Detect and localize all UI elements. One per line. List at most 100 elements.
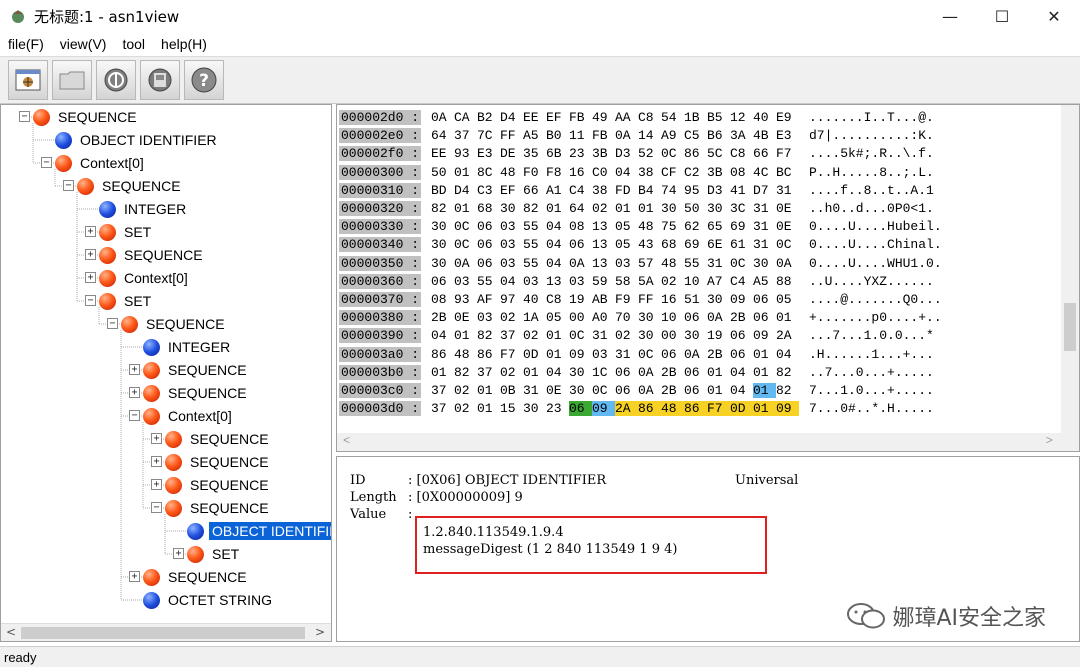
hex-byte[interactable]: 88 xyxy=(776,274,799,289)
hex-byte[interactable]: 0C xyxy=(661,146,684,161)
hex-byte[interactable]: 0A xyxy=(684,347,707,362)
tree-node-label[interactable]: SEQUENCE xyxy=(165,568,250,586)
hex-byte[interactable]: 66 xyxy=(523,183,546,198)
hex-byte[interactable]: 30 xyxy=(431,219,454,234)
hex-byte[interactable]: 0A xyxy=(638,383,661,398)
hex-byte[interactable]: 0C xyxy=(569,328,592,343)
hex-byte[interactable]: E3 xyxy=(477,146,500,161)
hex-byte[interactable]: EE xyxy=(523,110,546,125)
hex-byte[interactable]: 30 xyxy=(523,401,546,416)
hex-byte[interactable]: 23 xyxy=(569,146,592,161)
hex-byte[interactable]: 0D xyxy=(523,347,546,362)
hex-byte[interactable]: 00 xyxy=(569,310,592,325)
hex-byte[interactable]: BC xyxy=(776,165,799,180)
hex-byte[interactable]: 70 xyxy=(615,310,638,325)
hex-byte[interactable]: 0B xyxy=(500,383,523,398)
hex-byte[interactable]: 06 xyxy=(477,256,500,271)
hex-byte[interactable]: 48 xyxy=(454,347,477,362)
hex-byte[interactable]: 02 xyxy=(523,328,546,343)
hex-byte[interactable]: 35 xyxy=(523,146,546,161)
collapse-icon[interactable]: − xyxy=(41,157,52,168)
scroll-thumb[interactable] xyxy=(21,627,305,639)
hex-byte[interactable]: 68 xyxy=(477,201,500,216)
hex-byte[interactable]: C8 xyxy=(638,110,661,125)
hex-byte[interactable]: EE xyxy=(431,146,454,161)
expand-icon[interactable]: + xyxy=(129,364,140,375)
hex-byte[interactable]: 09 xyxy=(730,292,753,307)
tree-node[interactable]: INTEGER xyxy=(99,198,189,220)
hex-byte[interactable]: 30 xyxy=(707,201,730,216)
hex-byte[interactable]: 0E xyxy=(454,310,477,325)
hex-byte[interactable]: 01 xyxy=(477,383,500,398)
hex-byte[interactable]: 11 xyxy=(569,128,592,143)
menu-tool[interactable]: tool xyxy=(114,36,153,52)
hex-byte[interactable]: FB xyxy=(569,110,592,125)
hex-byte[interactable]: 69 xyxy=(730,219,753,234)
hex-byte[interactable]: 93 xyxy=(454,292,477,307)
hex-byte[interactable]: 05 xyxy=(776,292,799,307)
hex-byte[interactable]: A9 xyxy=(661,128,684,143)
hex-byte[interactable]: 04 xyxy=(546,256,569,271)
hex-byte[interactable]: AA xyxy=(615,110,638,125)
hex-byte[interactable]: F8 xyxy=(546,165,569,180)
hex-byte[interactable]: 0C xyxy=(592,383,615,398)
hex-byte[interactable]: F7 xyxy=(707,401,730,417)
hex-byte[interactable]: 06 xyxy=(753,292,776,307)
help-button[interactable]: ? xyxy=(184,60,224,100)
hex-byte[interactable]: 01 xyxy=(707,365,730,380)
hex-byte[interactable]: 06 xyxy=(477,219,500,234)
tree-horizontal-scrollbar[interactable]: < > xyxy=(1,623,331,641)
hex-byte[interactable]: 0E xyxy=(776,219,799,234)
hex-byte[interactable]: 54 xyxy=(661,110,684,125)
hex-byte[interactable]: 0C xyxy=(730,256,753,271)
tree-node[interactable]: OBJECT IDENTIFIER xyxy=(55,129,220,151)
tree-node-label[interactable]: Context[0] xyxy=(121,269,191,287)
hex-byte[interactable]: 0C xyxy=(454,219,477,234)
hex-byte[interactable]: 10 xyxy=(684,274,707,289)
hex-byte[interactable]: 05 xyxy=(546,310,569,325)
hex-byte[interactable]: C2 xyxy=(684,165,707,180)
hex-byte[interactable]: 3B xyxy=(707,165,730,180)
hex-byte[interactable]: CA xyxy=(454,110,477,125)
hex-byte[interactable]: 40 xyxy=(523,292,546,307)
hex-byte[interactable]: 55 xyxy=(477,274,500,289)
hex-byte[interactable]: 09 xyxy=(776,401,799,417)
hex-byte[interactable]: 02 xyxy=(615,328,638,343)
hex-byte[interactable]: 62 xyxy=(684,219,707,234)
hex-byte[interactable]: 7C xyxy=(477,128,500,143)
hex-byte[interactable]: 1A xyxy=(523,310,546,325)
tree-node-label[interactable]: SET xyxy=(121,223,154,241)
hex-byte[interactable]: 2B xyxy=(730,310,753,325)
hex-byte[interactable]: 2B xyxy=(707,347,730,362)
tree-node[interactable]: SEQUENCE xyxy=(165,428,272,450)
expand-icon[interactable]: + xyxy=(129,387,140,398)
hex-byte[interactable]: 09 xyxy=(569,347,592,362)
hex-byte[interactable]: 00 xyxy=(661,328,684,343)
hex-byte[interactable]: 0A xyxy=(707,310,730,325)
folder-button[interactable] xyxy=(52,60,92,100)
hex-byte[interactable]: 05 xyxy=(615,237,638,252)
hex-byte[interactable]: D4 xyxy=(500,110,523,125)
hex-vertical-scrollbar[interactable] xyxy=(1061,105,1079,435)
hex-byte[interactable]: EF xyxy=(546,110,569,125)
menu-view[interactable]: view(V) xyxy=(52,36,115,52)
hex-byte[interactable]: 31 xyxy=(707,256,730,271)
hex-byte[interactable]: F7 xyxy=(500,347,523,362)
hex-byte[interactable]: 13 xyxy=(592,219,615,234)
hex-byte[interactable]: F9 xyxy=(615,292,638,307)
hex-byte[interactable]: 01 xyxy=(546,201,569,216)
hex-byte[interactable]: 2A xyxy=(615,401,638,417)
tree-node[interactable]: Context[0] xyxy=(99,267,191,289)
hex-byte[interactable]: 75 xyxy=(661,219,684,234)
tree-node[interactable]: SET xyxy=(99,221,154,243)
hex-byte[interactable]: 30 xyxy=(431,237,454,252)
hex-byte[interactable]: 03 xyxy=(477,310,500,325)
hex-byte[interactable]: 02 xyxy=(500,310,523,325)
hex-byte[interactable]: D4 xyxy=(454,183,477,198)
hex-byte[interactable]: 48 xyxy=(661,256,684,271)
hex-byte[interactable]: 03 xyxy=(523,274,546,289)
tree-node[interactable]: OBJECT IDENTIFIER xyxy=(187,520,331,542)
hex-byte[interactable]: 04 xyxy=(730,383,753,398)
hex-byte[interactable]: 86 xyxy=(684,146,707,161)
hex-byte[interactable]: 09 xyxy=(592,401,615,417)
